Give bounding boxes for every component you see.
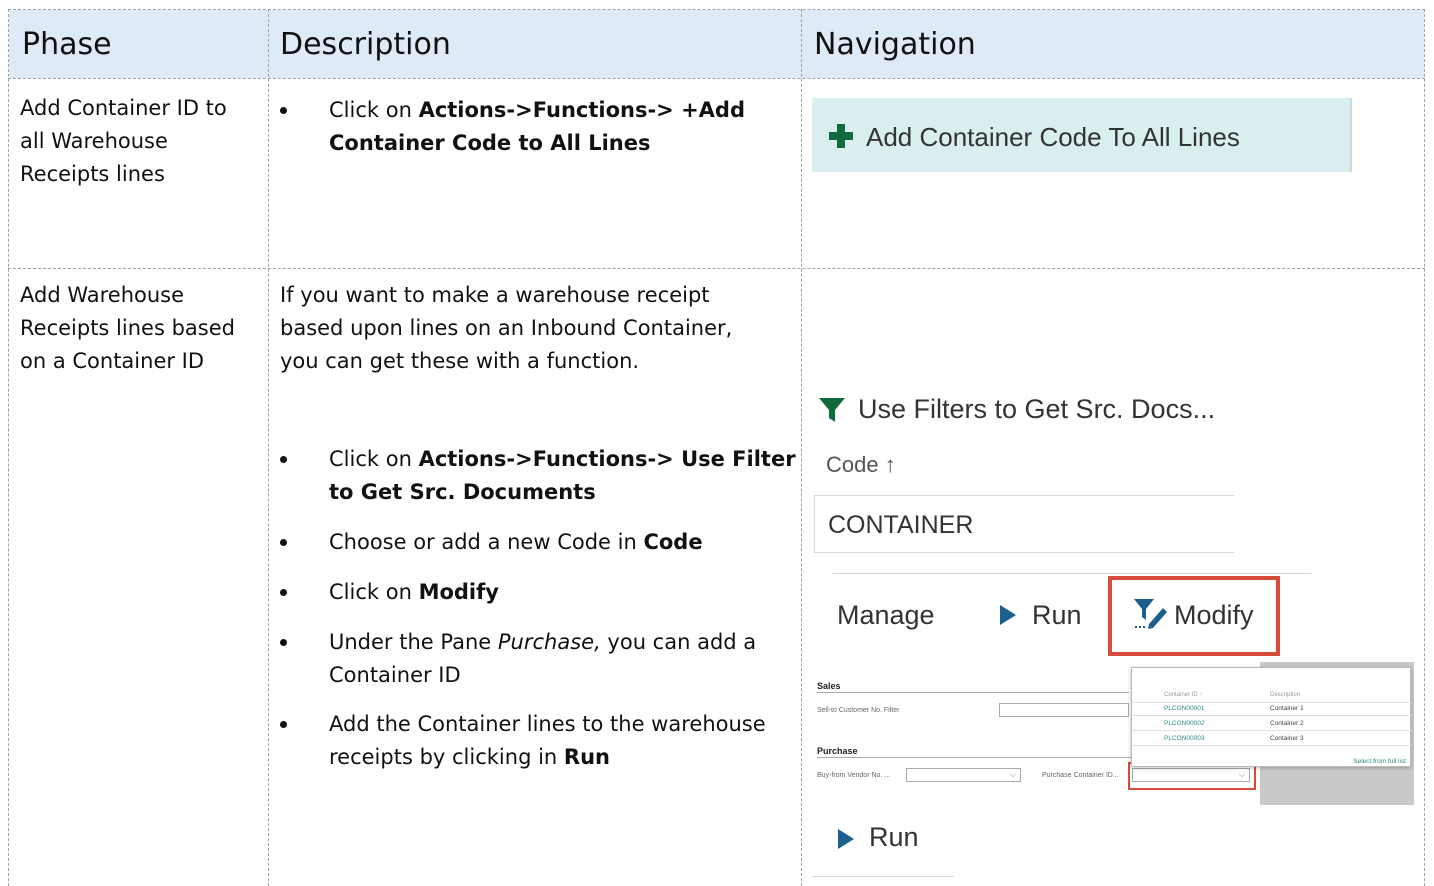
header-phase: Phase <box>22 27 112 62</box>
action-label: Use Filters to Get Src. Docs... <box>858 394 1216 424</box>
container-id-link[interactable]: PLCON00002 <box>1164 720 1204 727</box>
description-intro: If you want to make a warehouse receipt … <box>280 283 733 373</box>
sell-to-customer-input[interactable] <box>999 703 1129 717</box>
header-description: Description <box>280 27 451 62</box>
bullet-icon <box>280 456 287 463</box>
vendor-select[interactable]: ⌵ <box>906 768 1021 782</box>
select-full-list-link[interactable]: Select from full list <box>1353 758 1406 765</box>
row-divider <box>8 268 1425 269</box>
play-icon <box>838 829 854 849</box>
bullet-icon <box>280 639 287 646</box>
phase-cell: Add Container ID to all Warehouse Receip… <box>20 96 227 186</box>
container-id-link[interactable]: PLCON00001 <box>1164 705 1204 712</box>
run-action[interactable]: Run <box>869 822 919 853</box>
plus-icon <box>829 124 853 148</box>
section-sales: Sales <box>817 681 841 691</box>
filter-page-screenshot: Sales Sell-to Customer No. Filter Purcha… <box>814 662 1414 805</box>
container-description: Container 2 <box>1270 720 1304 727</box>
container-description: Container 3 <box>1270 735 1304 742</box>
container-description: Container 1 <box>1270 705 1304 712</box>
bullet-icon <box>280 539 287 546</box>
column-header: Description <box>1270 692 1301 698</box>
manage-button[interactable]: Manage <box>837 600 935 631</box>
field-label: Buy-from Vendor No. ... <box>817 772 891 779</box>
row-divider <box>8 78 1425 79</box>
section-purchase: Purchase <box>817 746 858 756</box>
field-label: Sell-to Customer No. Filter <box>817 707 900 714</box>
column-divider <box>801 9 802 886</box>
code-column-header[interactable]: Code ↑ <box>826 452 896 478</box>
bullet-icon <box>280 589 287 596</box>
add-container-code-action[interactable]: Add Container Code To All Lines <box>812 98 1352 172</box>
chevron-down-icon: ⌵ <box>1009 770 1016 779</box>
container-id-link[interactable]: PLCON00003 <box>1164 735 1204 742</box>
bullet-icon <box>280 107 287 114</box>
header-navigation: Navigation <box>814 27 976 62</box>
column-header: Container ID ↑ <box>1164 692 1203 698</box>
phase-cell: Add Warehouse Receipts lines based on a … <box>20 283 235 373</box>
column-divider <box>268 9 269 886</box>
code-value: CONTAINER <box>828 511 974 539</box>
play-icon <box>1000 605 1016 625</box>
code-row[interactable]: CONTAINER <box>814 495 1234 553</box>
bullet-icon <box>280 721 287 728</box>
modify-highlight <box>1108 576 1280 656</box>
field-label: Purchase Container ID... <box>1042 772 1119 779</box>
run-button[interactable]: Run <box>1032 600 1082 631</box>
container-lookup-dropdown: Container ID ↑ Description PLCON00001 Co… <box>1131 667 1412 767</box>
action-label: Add Container Code To All Lines <box>866 122 1240 152</box>
filter-icon <box>819 398 845 422</box>
